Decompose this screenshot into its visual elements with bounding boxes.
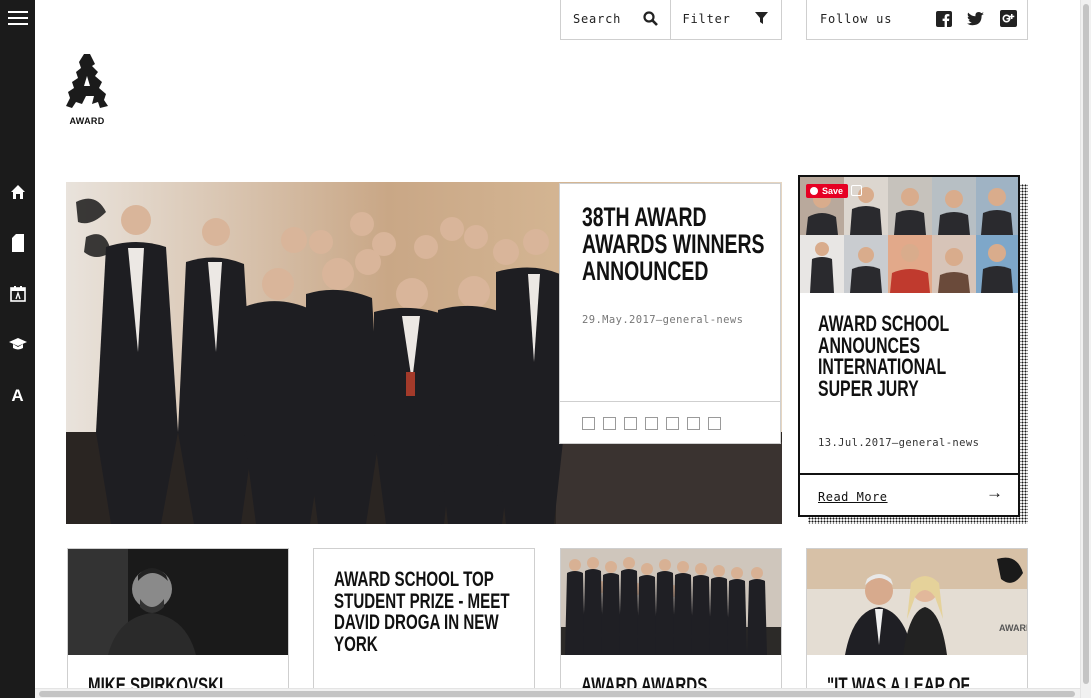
filter-icon xyxy=(754,11,768,24)
tile-title[interactable]: AWARD SCHOOL TOP STUDENT PRIZE - MEET DA… xyxy=(334,569,521,655)
follow-us-bar: Follow us xyxy=(806,0,1028,40)
search-button[interactable]: Search xyxy=(561,0,671,40)
award-logo-mark xyxy=(66,54,108,108)
article-tile-2[interactable]: AWARD SCHOOL TOP STUDENT PRIZE - MEET DA… xyxy=(313,548,535,698)
hero-title[interactable]: 38TH AWARD AWARDS WINNERS ANNOUNCED xyxy=(582,204,769,285)
slide-dot-4[interactable] xyxy=(645,417,658,430)
google-plus-icon[interactable] xyxy=(1000,10,1017,27)
award-logo-icon[interactable]: A xyxy=(0,383,35,409)
document-icon[interactable] xyxy=(0,230,35,256)
follow-us-label: Follow us xyxy=(820,12,893,26)
slider-pagination xyxy=(582,417,721,430)
hero-meta: 29.May.2017—general-news xyxy=(582,314,744,326)
image-watermark: AWARD xyxy=(999,623,1027,633)
vertical-scroll-thumb[interactable] xyxy=(1083,4,1089,684)
logo-text: AWARD xyxy=(69,116,105,126)
horizontal-scroll-thumb[interactable] xyxy=(39,691,1075,697)
divider xyxy=(800,473,1018,475)
filter-button[interactable]: Filter xyxy=(671,0,782,40)
article-tile-4[interactable]: AWARD "IT WAS A LEAP OF FAITH xyxy=(806,548,1028,698)
tile-image xyxy=(807,549,1027,655)
search-label: Search xyxy=(573,11,622,26)
slide-dot-5[interactable] xyxy=(666,417,679,430)
slide-dot-6[interactable] xyxy=(687,417,700,430)
award-logo[interactable]: AWARD xyxy=(62,52,112,130)
hamburger-menu-icon[interactable] xyxy=(0,5,35,31)
article-tile-1[interactable]: MIKE SPIRKOVSKI xyxy=(67,548,289,698)
facebook-icon[interactable] xyxy=(936,11,952,27)
slide-dot-3[interactable] xyxy=(624,417,637,430)
pinterest-save-button[interactable]: Save xyxy=(806,184,849,198)
visual-search-icon[interactable] xyxy=(851,185,862,196)
article-tile-3[interactable]: AWARD AWARDS AGENCY xyxy=(560,548,782,698)
vertical-scrollbar[interactable] xyxy=(1080,0,1091,698)
slide-dot-1[interactable] xyxy=(582,417,595,430)
horizontal-scrollbar[interactable] xyxy=(35,688,1080,698)
twitter-icon[interactable] xyxy=(967,12,984,26)
tile-image xyxy=(561,549,781,655)
tile-image xyxy=(68,549,288,655)
arrow-right-icon[interactable]: → xyxy=(986,483,1003,503)
slide-dot-7[interactable] xyxy=(708,417,721,430)
hero-article-card[interactable]: 38TH AWARD AWARDS WINNERS ANNOUNCED 29.M… xyxy=(559,183,781,444)
home-icon[interactable] xyxy=(0,179,35,205)
calendar-icon[interactable] xyxy=(0,281,35,307)
search-icon xyxy=(643,10,658,26)
featured-title[interactable]: AWARD SCHOOL ANNOUNCES INTERNATIONAL SUP… xyxy=(818,313,991,400)
read-more-link[interactable]: Read More xyxy=(818,490,888,504)
featured-article-card[interactable]: Save AWARD SCHOOL ANNOUNCES INTERNATIONA… xyxy=(798,175,1020,517)
filter-label: Filter xyxy=(682,11,731,26)
slide-dot-2[interactable] xyxy=(603,417,616,430)
sidebar: A xyxy=(0,0,35,698)
divider xyxy=(560,401,780,402)
search-filter-bar: Search Filter xyxy=(560,0,782,40)
award-glyph: A xyxy=(11,386,24,405)
graduation-cap-icon[interactable] xyxy=(0,331,35,357)
featured-meta: 13.Jul.2017—general-news xyxy=(818,437,980,449)
